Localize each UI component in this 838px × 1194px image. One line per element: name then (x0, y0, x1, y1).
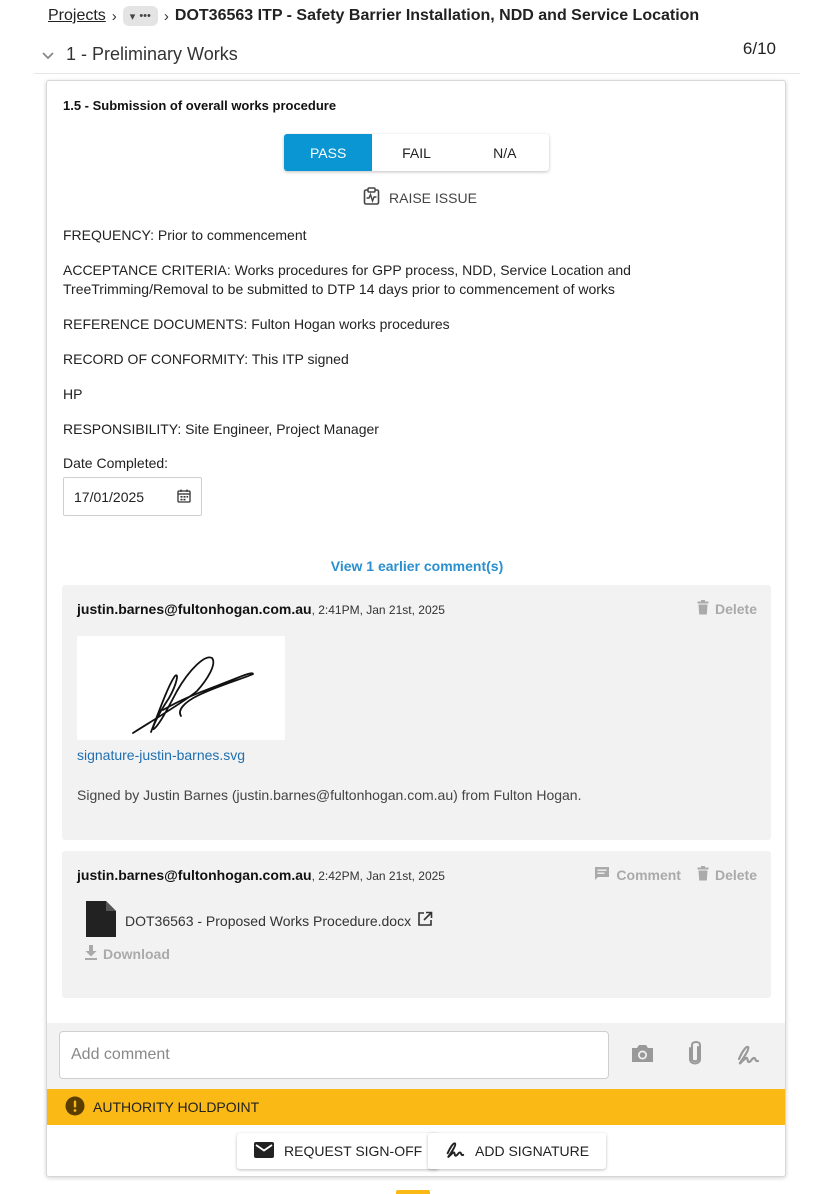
breadcrumb-separator-icon: › (163, 7, 169, 25)
signature-image[interactable] (77, 636, 285, 740)
delete-comment-button[interactable]: Delete (697, 600, 757, 618)
date-value: 17/01/2025 (74, 488, 145, 505)
result-selector: PASS FAIL N/A (284, 134, 549, 171)
comment-author-email: justin.barnes@fultonhogan.com.au (77, 867, 312, 883)
add-signature-label: ADD SIGNATURE (475, 1143, 590, 1159)
caret-down-icon: ▾ (129, 10, 136, 23)
signature-file-link[interactable]: signature-justin-barnes.svg (77, 747, 245, 763)
raise-issue-label: RAISE ISSUE (389, 189, 477, 206)
email-icon (254, 1141, 274, 1161)
signature-icon (445, 1141, 465, 1162)
checklist-item-card: 1.5 - Submission of overall works proced… (46, 80, 786, 1177)
date-completed-label: Date Completed: (63, 455, 169, 471)
trash-icon (697, 866, 709, 884)
breadcrumb-more-button[interactable]: ▾ ••• (122, 6, 158, 26)
comment-timestamp: , 2:41PM, Jan 21st, 2025 (311, 603, 445, 617)
breadcrumb-separator-icon: › (111, 7, 117, 25)
comment-card: justin.barnes@fultonhogan.com.au, 2:41PM… (62, 585, 771, 840)
authority-holdpoint-banner: AUTHORITY HOLDPOINT (47, 1089, 785, 1125)
add-comment-input[interactable] (59, 1031, 609, 1079)
add-comment-bar (47, 1023, 785, 1089)
request-signoff-button[interactable]: REQUEST SIGN-OFF (237, 1133, 440, 1169)
comment-timestamp: , 2:42PM, Jan 21st, 2025 (311, 869, 445, 883)
clipboard-pulse-icon (363, 187, 380, 208)
breadcrumb: Projects › ▾ ••• › DOT36563 ITP - Safety… (48, 5, 699, 27)
document-icon (84, 899, 118, 944)
comment-card: justin.barnes@fultonhogan.com.au, 2:42PM… (62, 851, 771, 998)
acceptance-criteria-text: ACCEPTANCE CRITERIA: Works procedures fo… (63, 262, 631, 297)
section-header[interactable]: 1 - Preliminary Works 6/10 (34, 36, 800, 74)
calendar-icon[interactable] (177, 489, 191, 506)
next-card-peek (396, 1190, 430, 1194)
comment-button[interactable]: Comment (594, 866, 681, 884)
more-dots-icon: ••• (139, 10, 151, 22)
raise-issue-button[interactable]: RAISE ISSUE (363, 187, 477, 208)
record-of-conformity-text: RECORD OF CONFORMITY: This ITP signed (63, 351, 349, 367)
date-completed-input[interactable]: 17/01/2025 (63, 477, 202, 516)
section-title: 1 - Preliminary Works (66, 44, 238, 64)
delete-comment-button[interactable]: Delete (697, 866, 757, 884)
section-progress-count: 6/10 (742, 39, 776, 58)
delete-label: Delete (714, 601, 757, 617)
chevron-down-icon[interactable] (42, 47, 60, 63)
breadcrumb-title: DOT36563 ITP - Safety Barrier Installati… (174, 7, 700, 24)
comment-author: justin.barnes@fultonhogan.com.au, 2:41PM… (77, 601, 445, 617)
camera-icon[interactable] (630, 1043, 655, 1069)
comment-text: Signed by Justin Barnes (justin.barnes@f… (77, 787, 582, 803)
fail-button[interactable]: FAIL (372, 134, 460, 171)
attachment-filename: DOT36563 - Proposed Works Procedure.docx (125, 912, 412, 929)
item-title: 1.5 - Submission of overall works proced… (63, 98, 337, 113)
trash-icon (697, 600, 709, 618)
external-link-icon[interactable] (417, 911, 433, 930)
warning-icon (65, 1096, 85, 1119)
view-earlier-comments-link[interactable]: View 1 earlier comment(s) (47, 558, 785, 574)
responsibility-text: RESPONSIBILITY: Site Engineer, Project M… (63, 421, 379, 437)
download-icon (84, 945, 98, 963)
pass-button[interactable]: PASS (284, 134, 373, 171)
download-label: Download (103, 946, 170, 962)
comment-icon (594, 866, 610, 884)
attachment-link[interactable]: DOT36563 - Proposed Works Procedure.docx (125, 911, 433, 930)
download-button[interactable]: Download (84, 945, 170, 963)
request-signoff-label: REQUEST SIGN-OFF (284, 1143, 423, 1159)
comment-label: Comment (616, 867, 681, 883)
breadcrumb-projects-link[interactable]: Projects (48, 7, 106, 25)
signature-icon[interactable] (736, 1044, 760, 1071)
add-signature-button[interactable]: ADD SIGNATURE (428, 1133, 607, 1169)
delete-label: Delete (714, 867, 757, 883)
frequency-text: FREQUENCY: Prior to commencement (63, 227, 307, 243)
attachment-icon[interactable] (687, 1040, 703, 1071)
na-button[interactable]: N/A (461, 134, 549, 171)
comment-author-email: justin.barnes@fultonhogan.com.au (77, 601, 312, 617)
holdpoint-label: AUTHORITY HOLDPOINT (93, 1099, 260, 1115)
comment-author: justin.barnes@fultonhogan.com.au, 2:42PM… (77, 867, 445, 883)
reference-documents-text: REFERENCE DOCUMENTS: Fulton Hogan works … (63, 316, 450, 332)
hp-text: HP (63, 386, 83, 402)
